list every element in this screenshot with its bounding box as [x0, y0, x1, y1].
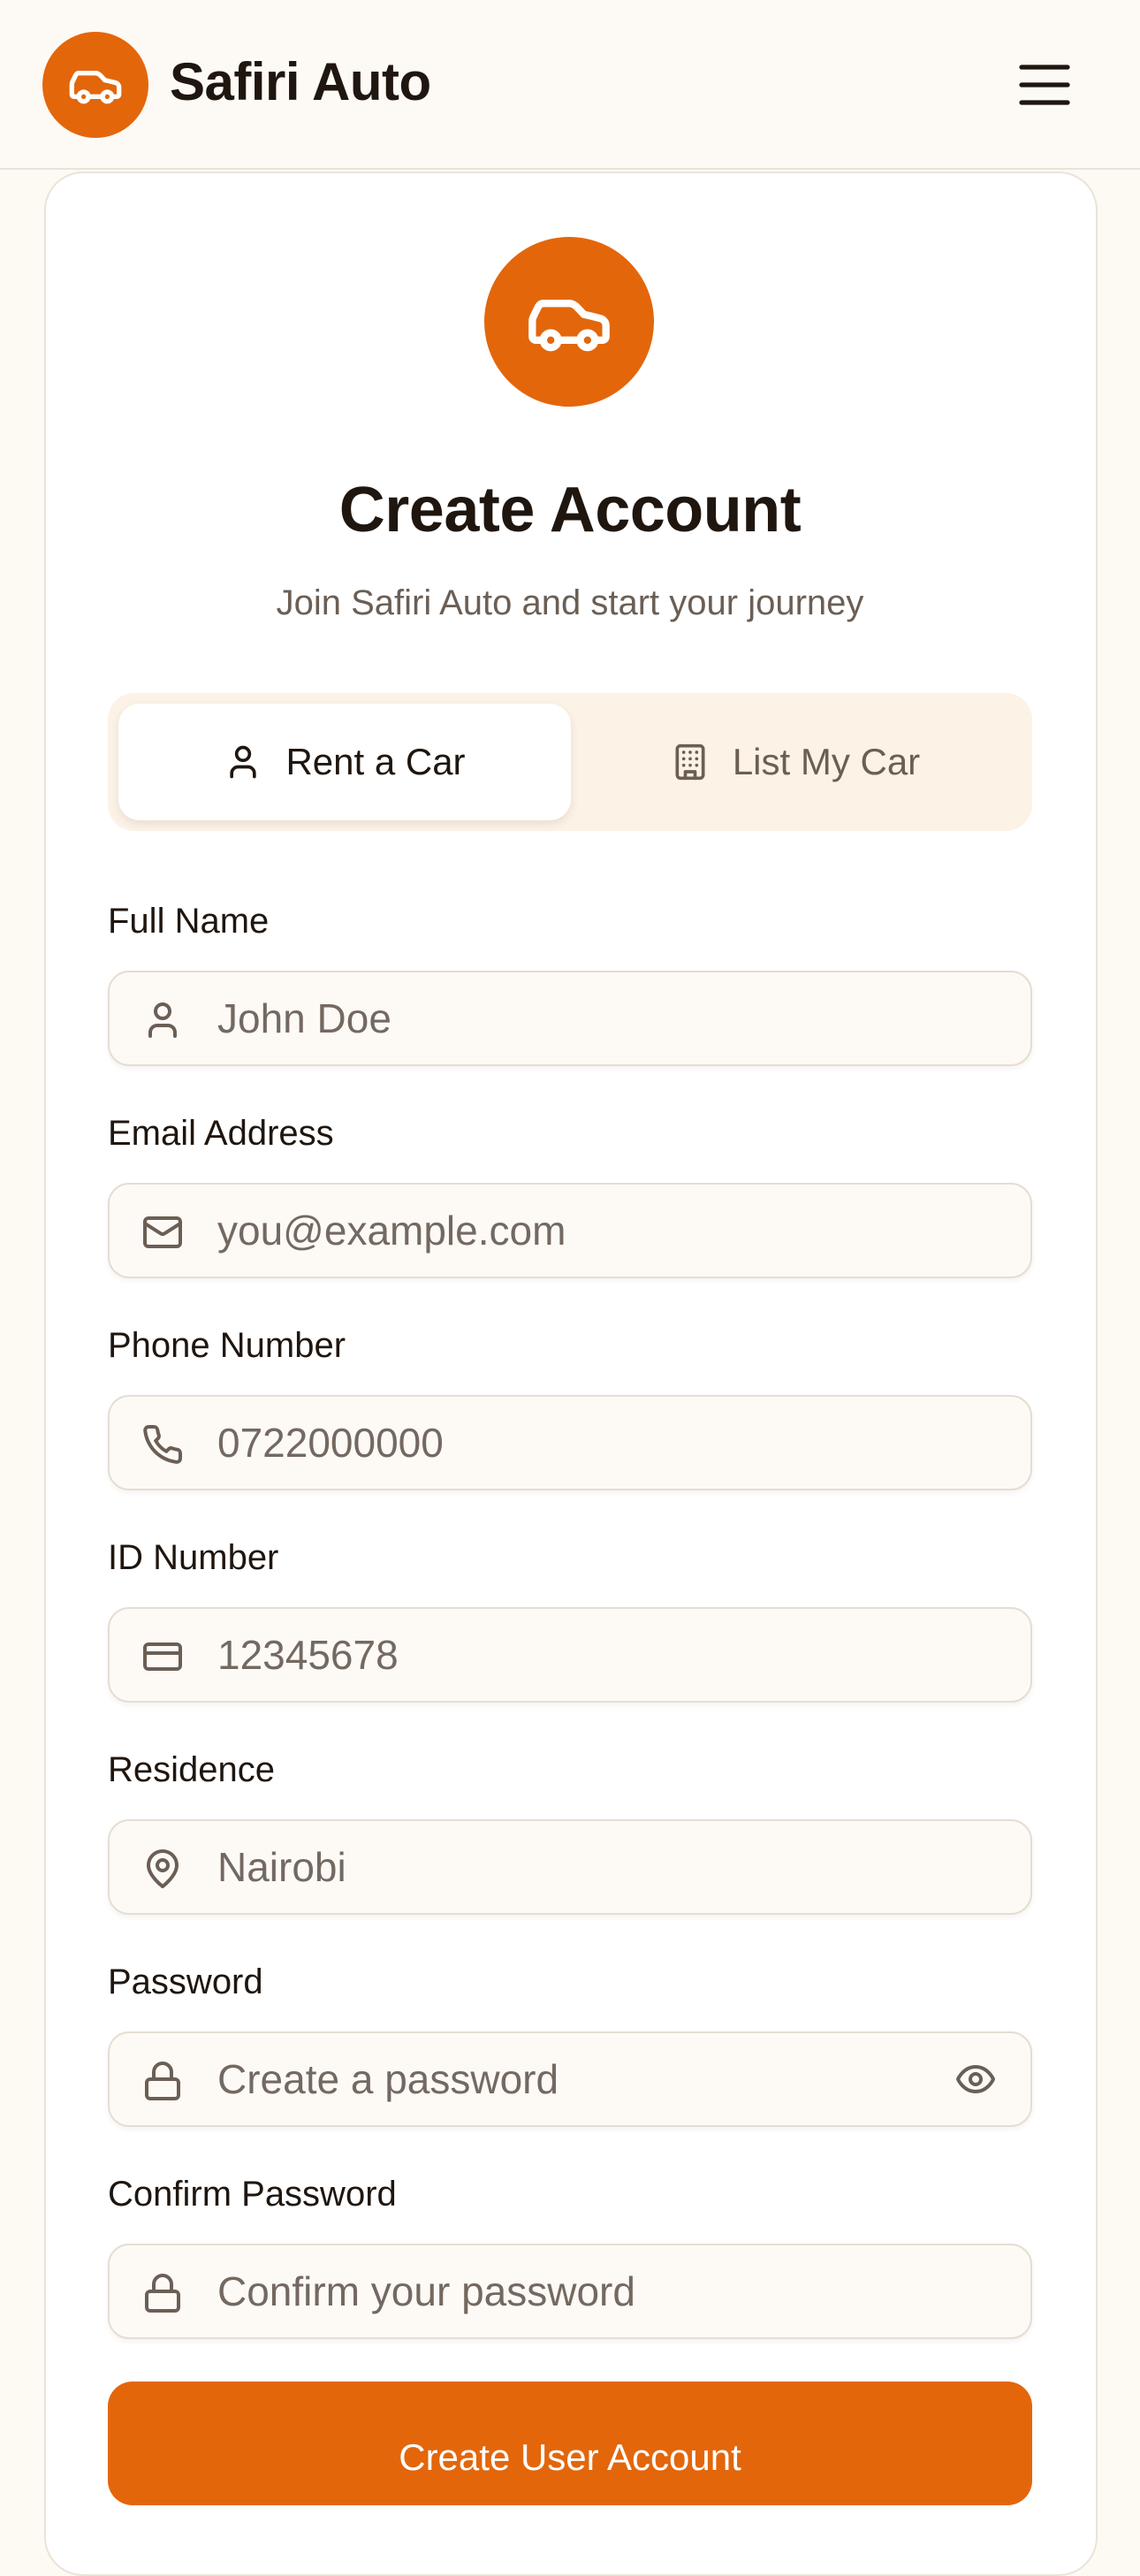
residence-input[interactable] [217, 1821, 977, 1913]
full-name-label: Full Name [108, 902, 270, 941]
tab-list-my-car[interactable]: List My Car [569, 704, 1022, 820]
building-icon [675, 743, 705, 781]
email-field[interactable] [108, 1183, 1032, 1278]
hamburger-menu-icon [1019, 65, 1070, 105]
email-input[interactable] [217, 1185, 977, 1277]
phone-icon [141, 1423, 184, 1466]
eye-icon [956, 2065, 995, 2093]
lock-icon [141, 2060, 184, 2102]
brand-name[interactable]: Safiri Auto [170, 51, 431, 112]
id-number-field[interactable] [108, 1607, 1032, 1703]
password-label: Password [108, 1962, 263, 2001]
phone-field[interactable] [108, 1395, 1032, 1490]
page-title: Create Account [338, 475, 802, 545]
car-icon [528, 300, 610, 352]
confirm-password-input[interactable] [217, 2245, 977, 2337]
id-number-label: ID Number [108, 1538, 279, 1577]
confirm-password-label: Confirm Password [108, 2175, 397, 2214]
confirm-password-field[interactable] [108, 2244, 1032, 2339]
tab-rent-a-car[interactable]: Rent a Car [118, 704, 571, 820]
show-password-button[interactable] [951, 2058, 1000, 2100]
residence-field[interactable] [108, 1819, 1032, 1915]
mail-icon [141, 1211, 184, 1254]
phone-input[interactable] [217, 1397, 977, 1489]
menu-button[interactable] [1007, 53, 1082, 117]
lock-icon [141, 2272, 184, 2314]
tab-label: List My Car [732, 741, 921, 782]
id-card-icon [141, 1635, 184, 1678]
page-subtitle: Join Safiri Auto and start your journey [276, 583, 864, 622]
car-icon [69, 70, 122, 104]
full-name-input[interactable] [217, 972, 977, 1064]
user-icon [230, 745, 257, 779]
hero-logo [484, 237, 654, 407]
full-name-field[interactable] [108, 971, 1032, 1066]
phone-label: Phone Number [108, 1326, 346, 1365]
user-icon [141, 999, 184, 1041]
password-input[interactable] [217, 2033, 977, 2125]
password-field[interactable] [108, 2031, 1032, 2127]
tab-label: Rent a Car [285, 741, 466, 782]
email-label: Email Address [108, 1114, 334, 1153]
brand-logo[interactable] [42, 32, 148, 138]
id-number-input[interactable] [217, 1609, 977, 1701]
account-type-toggle: Rent a Car List My Car [108, 693, 1032, 831]
app-header: Safiri Auto [0, 0, 1140, 170]
map-pin-icon [141, 1848, 184, 1890]
residence-label: Residence [108, 1750, 276, 1789]
create-account-button[interactable]: Create User Account [108, 2382, 1032, 2505]
